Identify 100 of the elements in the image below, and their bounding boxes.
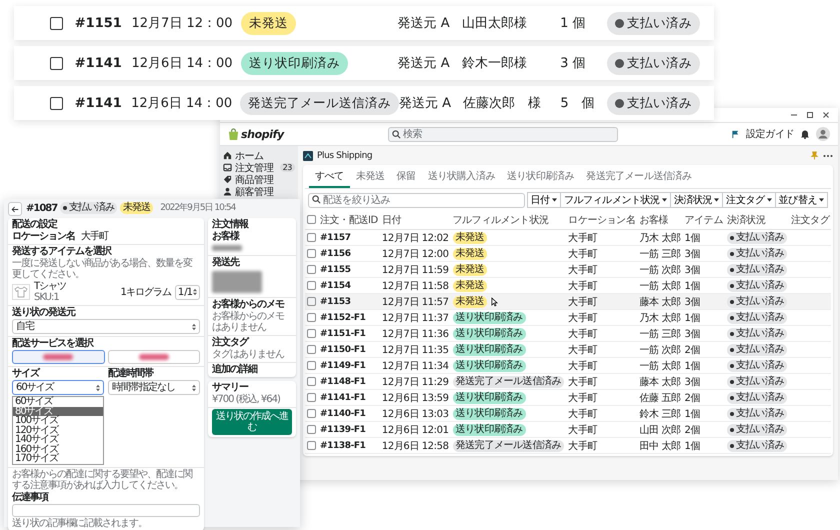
- filter-dropdown-button[interactable]: 決済状況: [670, 192, 724, 208]
- table-cell: 一筋 三郎: [639, 248, 681, 260]
- field-label: 送り状の発送元: [12, 307, 76, 318]
- row-checkbox[interactable]: [307, 440, 316, 450]
- filter-tab[interactable]: 未発送: [350, 165, 391, 188]
- select-all-checkbox[interactable]: [307, 215, 316, 224]
- order-id[interactable]: #1140-F1: [320, 409, 366, 419]
- summary-total: ¥700 (税込, ¥64): [212, 394, 281, 405]
- avatar-icon[interactable]: [816, 127, 830, 141]
- row-checkbox[interactable]: [50, 16, 63, 30]
- maximize-icon[interactable]: [806, 111, 814, 119]
- field-label: 追加の詳細: [212, 364, 258, 375]
- stepper-arrows-icon[interactable]: [193, 288, 197, 296]
- filter-tab[interactable]: すべて: [309, 165, 350, 188]
- payment-badge: 支払い済み: [726, 392, 787, 404]
- carrier-option[interactable]: [108, 350, 200, 364]
- search-field[interactable]: 検索: [388, 126, 618, 142]
- order-id[interactable]: #1149-F1: [320, 361, 366, 371]
- filter-tab[interactable]: 発送完了メール送信済み: [580, 165, 698, 188]
- cursor-icon: [490, 297, 498, 307]
- order-id[interactable]: #1138-F1: [320, 441, 366, 451]
- nav-item[interactable]: 顧客管理: [223, 186, 295, 197]
- notes-input[interactable]: [12, 504, 200, 516]
- row-checkbox[interactable]: [307, 376, 316, 386]
- dropdown-option[interactable]: 100サイズ: [13, 416, 103, 426]
- close-icon[interactable]: [822, 111, 830, 119]
- table-cell: 12月6日 13:59: [382, 392, 449, 404]
- payment-badge: 支払い済み: [726, 280, 787, 292]
- table-cell: 3個: [684, 296, 700, 308]
- size-select[interactable]: 60サイズ: [12, 380, 104, 395]
- order-id[interactable]: #1148-F1: [320, 377, 366, 387]
- order-date: 12月6日 14：00: [131, 95, 234, 112]
- row-checkbox[interactable]: [307, 360, 316, 370]
- order-id[interactable]: #1150-F1: [320, 345, 366, 355]
- dropdown-option[interactable]: 60サイズ: [13, 397, 103, 406]
- order-id[interactable]: #1155: [320, 265, 351, 275]
- back-button[interactable]: [8, 202, 22, 216]
- order-id[interactable]: #1152-F1: [320, 313, 366, 323]
- pin-icon[interactable]: [810, 151, 819, 160]
- order-id[interactable]: #1151-F1: [320, 329, 366, 339]
- bell-icon[interactable]: [800, 129, 810, 139]
- table-cell: 1個: [684, 408, 700, 420]
- row-checkbox[interactable]: [307, 280, 316, 290]
- row-checkbox[interactable]: [307, 232, 316, 242]
- origin-select[interactable]: 自宅: [12, 319, 200, 334]
- dropdown-option[interactable]: 120サイズ: [13, 426, 103, 435]
- order-id[interactable]: #1156: [320, 249, 351, 259]
- order-id[interactable]: #1141-F1: [320, 393, 366, 403]
- create-label-button[interactable]: 送り状の作成へ進む: [212, 409, 292, 435]
- setup-guide-link[interactable]: 設定ガイド: [746, 127, 794, 141]
- order-id[interactable]: #1154: [320, 281, 351, 291]
- row-checkbox[interactable]: [50, 56, 63, 70]
- dropdown-option[interactable]: 170サイズ: [13, 454, 103, 464]
- table-cell: 12月7日 12:00: [382, 248, 449, 260]
- location-value: 大手町: [81, 231, 108, 242]
- row-checkbox[interactable]: [307, 392, 316, 402]
- filter-tab[interactable]: 送り状購入済み: [422, 165, 502, 188]
- row-checkbox[interactable]: [50, 96, 63, 110]
- order-id[interactable]: #1139-F1: [320, 425, 366, 435]
- quantity-stepper[interactable]: 1/1: [174, 284, 200, 300]
- filter-dropdown-button[interactable]: 注文タグ: [722, 192, 776, 208]
- fulfillment-badge: 未発送: [452, 232, 488, 244]
- table-cell: 12月7日 11:34: [382, 360, 449, 372]
- table-cell: 田中 太郎: [639, 440, 681, 452]
- payment-badge: 支払い済み: [726, 440, 787, 452]
- delivery-time-select[interactable]: 時間帯指定なし: [108, 380, 200, 395]
- fulfillment-badge: 送り状印刷済み: [452, 392, 526, 404]
- row-checkbox[interactable]: [307, 344, 316, 354]
- dropdown-option[interactable]: 140サイズ: [13, 435, 103, 444]
- order-date: 12月6日 14：00: [132, 55, 234, 72]
- row-checkbox[interactable]: [307, 424, 316, 434]
- brand-logo[interactable]: shopify: [241, 128, 284, 140]
- customer-name: 鈴木一郎様: [462, 55, 528, 72]
- table-cell: 3個: [684, 376, 700, 388]
- fulfillment-badge: 未発送: [452, 248, 488, 260]
- filter-tab[interactable]: 送り状印刷済み: [501, 165, 580, 188]
- filter-tab[interactable]: 保留: [390, 165, 422, 188]
- carrier-option[interactable]: [12, 350, 104, 364]
- filter-dropdown-button[interactable]: 日付: [526, 192, 561, 208]
- row-checkbox[interactable]: [307, 264, 316, 274]
- table-cell: 12月7日 11:35: [382, 344, 449, 356]
- dropdown-option[interactable]: 160サイズ: [13, 444, 103, 454]
- order-id[interactable]: #1157: [320, 233, 351, 243]
- row-checkbox[interactable]: [307, 312, 316, 322]
- filter-dropdown-button[interactable]: 並び替え: [774, 192, 828, 208]
- card-title: 配送の設定: [12, 219, 58, 230]
- nav-item[interactable]: 注文管理 23: [223, 162, 295, 173]
- filter-dropdown-button[interactable]: フルフィルメント状況: [560, 192, 671, 208]
- row-checkbox[interactable]: [307, 248, 316, 258]
- nav-item[interactable]: 商品管理: [223, 174, 295, 185]
- table-cell: 12月7日 11:29: [382, 376, 449, 388]
- filter-search-field[interactable]: 配送を絞り込み: [308, 192, 525, 208]
- fulfillment-badge: 送り状印刷済み: [241, 52, 348, 74]
- row-checkbox[interactable]: [307, 408, 316, 418]
- field-label: 発送先: [212, 257, 240, 268]
- nav-item[interactable]: ホーム: [223, 150, 295, 161]
- table-cell: 12月6日 13:03: [382, 408, 449, 420]
- table-cell: 一筋 次郎: [639, 264, 681, 276]
- row-checkbox[interactable]: [307, 296, 316, 306]
- row-checkbox[interactable]: [307, 328, 316, 338]
